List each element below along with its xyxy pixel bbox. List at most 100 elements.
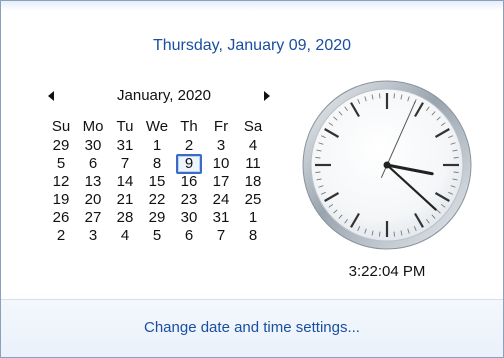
calendar-day[interactable]: 3 [205,137,237,155]
calendar-day-number: 8 [248,227,258,244]
minute-tick [453,171,459,173]
calendar-day[interactable]: 3 [77,227,109,245]
calendar-day[interactable]: 12 [45,173,77,191]
calendar-day-number: 9 [184,155,194,172]
calendar-day[interactable]: 22 [141,191,173,209]
digital-time: 3:22:04 PM [348,263,426,280]
calendar-day[interactable]: 18 [237,173,269,191]
calendar-day-number: 3 [88,227,98,244]
calendar-grid: Su Mo Tu We Th Fr Sa 29 30 31 1 2 3 4 5 6 7 8 9 10 11 12 13 14 1… [45,117,283,245]
calendar-day-number: 19 [52,191,70,208]
calendar-day[interactable]: 4 [109,227,141,245]
calendar-day-number: 15 [148,173,166,190]
calendar-day-number: 29 [52,137,70,154]
triangle-right-icon [264,91,270,101]
calendar-day-number: 26 [52,209,70,226]
calendar-day[interactable]: 1 [237,209,269,227]
top-band [1,1,503,11]
calendar-day[interactable]: 31 [205,209,237,227]
calendar-day[interactable]: 6 [173,227,205,245]
calendar-day[interactable]: 20 [77,191,109,209]
calendar-day-number: 6 [184,227,194,244]
next-month-button[interactable] [259,87,275,105]
calendar-day[interactable]: 10 [205,155,237,173]
calendar-day[interactable]: 1 [141,137,173,155]
calendar-day-number: 29 [148,209,166,226]
calendar-day-number: 5 [56,155,66,172]
calendar-day-number: 30 [84,137,102,154]
calendar-day-number: 4 [248,137,258,154]
calendar-day[interactable]: 26 [45,209,77,227]
weekday-header: Fr [213,118,229,135]
calendar-day[interactable]: 2 [173,137,205,155]
calendar-day[interactable]: 13 [77,173,109,191]
calendar-day-number: 14 [116,173,134,190]
calendar-day[interactable]: 31 [109,137,141,155]
footer-divider [1,299,503,300]
calendar-day-number: 25 [244,191,262,208]
calendar-day-number: 17 [212,173,230,190]
calendar-day-number: 10 [212,155,230,172]
calendar-day[interactable]: 17 [205,173,237,191]
calendar-day-number: 24 [212,191,230,208]
calendar-day[interactable]: 14 [109,173,141,191]
calendar-day[interactable]: 19 [45,191,77,209]
calendar-day-selected[interactable]: 9 [173,154,205,174]
calendar-day-number: 23 [180,191,198,208]
calendar-day-number: 21 [116,191,134,208]
calendar-day[interactable]: 21 [109,191,141,209]
calendar-day-number: 1 [152,137,162,154]
calendar-day-number: 3 [216,137,226,154]
clock-center [383,161,391,169]
calendar-day[interactable]: 2 [45,227,77,245]
calendar-nav: January, 2020 [45,87,283,107]
calendar-day-number: 7 [120,155,130,172]
calendar-day-number: 7 [216,227,226,244]
calendar-day-number: 12 [52,173,70,190]
change-date-time-settings-link[interactable]: Change date and time settings... [1,319,503,336]
minute-tick [393,93,395,99]
minute-tick [315,171,321,173]
calendar-day[interactable]: 28 [109,209,141,227]
previous-month-button[interactable] [43,87,59,105]
weekday-header: Sa [243,118,263,135]
weekday-header: Su [51,118,71,135]
calendar-day-number: 18 [244,173,262,190]
calendar-day[interactable]: 23 [173,191,205,209]
calendar-day[interactable]: 25 [237,191,269,209]
calendar-day-number: 16 [180,173,198,190]
calendar-day[interactable]: 7 [205,227,237,245]
calendar-day[interactable]: 30 [173,209,205,227]
calendar-day-number: 5 [152,227,162,244]
calendar-day-number: 1 [248,209,258,226]
calendar-day-number: 8 [152,155,162,172]
analog-clock [302,80,472,250]
calendar-day[interactable]: 4 [237,137,269,155]
calendar-day[interactable]: 6 [77,155,109,173]
calendar-day[interactable]: 29 [141,209,173,227]
calendar-day[interactable]: 8 [141,155,173,173]
triangle-left-icon [48,91,54,101]
month-label[interactable]: January, 2020 [45,87,283,104]
calendar-day-number: 13 [84,173,102,190]
long-date-link[interactable]: Thursday, January 09, 2020 [1,37,503,55]
calendar-day-number: 27 [84,209,102,226]
calendar-day[interactable]: 11 [237,155,269,173]
calendar-day[interactable]: 27 [77,209,109,227]
calendar-day[interactable]: 15 [141,173,173,191]
calendar-day-number: 30 [180,209,198,226]
calendar-day-number: 31 [116,137,134,154]
calendar-day[interactable]: 7 [109,155,141,173]
calendar-day[interactable]: 29 [45,137,77,155]
calendar-day[interactable]: 30 [77,137,109,155]
calendar-day[interactable]: 5 [141,227,173,245]
minute-tick [379,231,381,237]
calendar-day[interactable]: 16 [173,173,205,191]
calendar-day-number: 2 [56,227,66,244]
minute-tick [453,157,459,159]
calendar-day[interactable]: 24 [205,191,237,209]
calendar-day[interactable]: 5 [45,155,77,173]
calendar-day[interactable]: 8 [237,227,269,245]
weekday-header: Th [180,118,198,135]
minute-tick [379,93,381,99]
